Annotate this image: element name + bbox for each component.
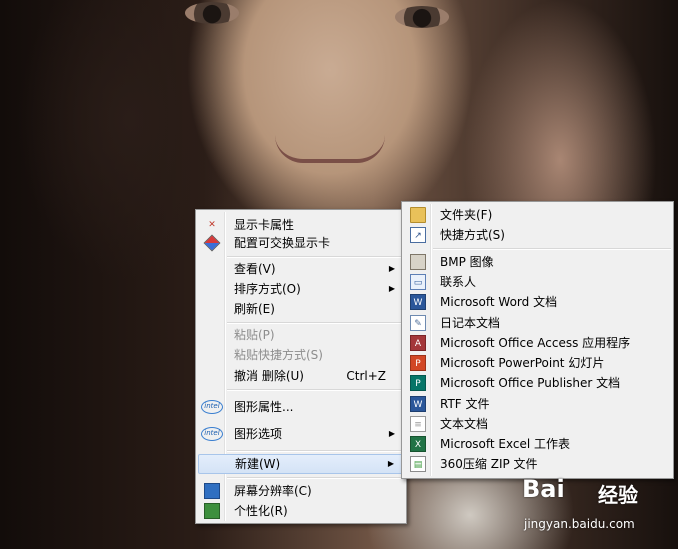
watermark-brand: Bai (522, 475, 565, 503)
menu-item-sort-by[interactable]: 排序方式(O) ▶ (198, 279, 404, 299)
submenu-item-rtf-file[interactable]: W RTF 文件 (404, 394, 671, 414)
submenu-item-publisher-document[interactable]: P Microsoft Office Publisher 文档 (404, 373, 671, 393)
menu-separator (433, 248, 671, 250)
menu-separator (227, 256, 404, 258)
new-submenu: 文件夹(F) ↗ 快捷方式(S) BMP 图像 ▭ 联系人 W Microsof… (401, 201, 674, 479)
switchable-graphics-icon (203, 234, 221, 252)
powerpoint-icon: P (410, 355, 426, 371)
menu-item-view[interactable]: 查看(V) ▶ (198, 259, 404, 279)
bmp-image-icon (410, 254, 426, 270)
menu-item-label: Microsoft Word 文档 (440, 295, 558, 309)
baidu-jingyan-watermark: Bai 经验 jingyan.baidu.com (520, 475, 670, 545)
menu-item-label: 图形选项 (234, 427, 283, 441)
shortcut-icon: ↗ (410, 227, 426, 243)
submenu-item-excel-worksheet[interactable]: X Microsoft Excel 工作表 (404, 434, 671, 454)
menu-item-label: 360压缩 ZIP 文件 (440, 457, 538, 471)
intel-icon: intel (201, 427, 223, 441)
menu-item-graphics-options[interactable]: intel 图形选项 ▶ (198, 424, 404, 444)
menu-separator (227, 322, 404, 324)
menu-item-graphics-properties[interactable]: intel 图形属性... (198, 397, 404, 417)
menu-separator (227, 389, 404, 391)
menu-item-label: 粘贴快捷方式(S) (234, 348, 323, 362)
menu-separator (227, 450, 404, 452)
menu-item-label: 配置可交换显示卡 (234, 236, 331, 250)
submenu-item-text-document[interactable]: ≡ 文本文档 (404, 414, 671, 434)
menu-item-undo-delete[interactable]: 撤消 删除(U) Ctrl+Z (198, 366, 404, 386)
journal-icon: ✎ (410, 315, 426, 331)
menu-item-label: 快捷方式(S) (440, 228, 505, 242)
contact-icon: ▭ (410, 274, 426, 290)
word-icon: W (410, 294, 426, 310)
menu-item-label: Microsoft Office Publisher 文档 (440, 376, 621, 390)
rtf-icon: W (410, 396, 426, 412)
wallpaper-eye-left (185, 2, 239, 24)
folder-icon (410, 207, 426, 223)
submenu-item-contact[interactable]: ▭ 联系人 (404, 272, 671, 292)
menu-item-personalize[interactable]: 个性化(R) (198, 501, 404, 521)
submenu-item-journal-document[interactable]: ✎ 日记本文档 (404, 313, 671, 333)
menu-item-label: RTF 文件 (440, 397, 490, 411)
desktop-context-menu: ✕ 显示卡属性 配置可交换显示卡 查看(V) ▶ 排序方式(O) ▶ 刷新(E)… (195, 209, 407, 524)
graphics-properties-icon: ✕ (208, 220, 216, 230)
menu-item-paste-shortcut[interactable]: 粘贴快捷方式(S) (198, 345, 404, 365)
publisher-icon: P (410, 375, 426, 391)
submenu-item-zip-file[interactable]: ▤ 360压缩 ZIP 文件 (404, 454, 671, 474)
text-document-icon: ≡ (410, 416, 426, 432)
wallpaper-eye-right (395, 6, 449, 28)
menu-item-paste[interactable]: 粘贴(P) (198, 325, 404, 345)
submenu-arrow-icon: ▶ (388, 264, 395, 273)
menu-item-display-adapter-properties[interactable]: ✕ 显示卡属性 (198, 215, 404, 235)
submenu-item-shortcut[interactable]: ↗ 快捷方式(S) (404, 225, 671, 245)
submenu-arrow-icon: ▶ (388, 429, 395, 438)
menu-item-label: 查看(V) (234, 262, 276, 276)
menu-item-label: 新建(W) (235, 457, 281, 471)
watermark-brand-cn: 经验 (598, 483, 638, 507)
menu-item-configure-switchable-graphics[interactable]: 配置可交换显示卡 (198, 233, 404, 253)
monitor-icon (204, 483, 220, 499)
submenu-item-word-document[interactable]: W Microsoft Word 文档 (404, 292, 671, 312)
menu-item-label: 日记本文档 (440, 316, 501, 330)
menu-item-shortcut: Ctrl+Z (346, 369, 386, 383)
menu-item-label: 联系人 (440, 275, 477, 289)
zip-icon: ▤ (410, 456, 426, 472)
menu-item-label: 显示卡属性 (234, 218, 295, 232)
menu-item-label: 撤消 删除(U) (234, 369, 304, 383)
menu-item-label: Microsoft PowerPoint 幻灯片 (440, 356, 605, 370)
menu-item-label: 个性化(R) (234, 504, 288, 518)
submenu-item-access-application[interactable]: A Microsoft Office Access 应用程序 (404, 333, 671, 353)
intel-icon: intel (201, 400, 223, 414)
menu-item-label: 刷新(E) (234, 302, 275, 316)
menu-separator (227, 477, 404, 479)
submenu-item-powerpoint-slide[interactable]: P Microsoft PowerPoint 幻灯片 (404, 353, 671, 373)
menu-item-screen-resolution[interactable]: 屏幕分辨率(C) (198, 481, 404, 501)
menu-item-label: 文本文档 (440, 417, 489, 431)
menu-item-label: Microsoft Office Access 应用程序 (440, 336, 631, 350)
personalize-icon (204, 503, 220, 519)
submenu-arrow-icon: ▶ (387, 459, 394, 468)
submenu-arrow-icon: ▶ (388, 284, 395, 293)
wallpaper-mouth (275, 135, 385, 163)
menu-item-label: 文件夹(F) (440, 208, 493, 222)
menu-item-new[interactable]: 新建(W) ▶ (198, 454, 404, 474)
menu-item-label: 图形属性... (234, 400, 294, 414)
menu-item-label: BMP 图像 (440, 255, 494, 269)
menu-item-label: Microsoft Excel 工作表 (440, 437, 571, 451)
submenu-item-folder[interactable]: 文件夹(F) (404, 205, 671, 225)
menu-item-label: 排序方式(O) (234, 282, 301, 296)
submenu-item-bmp-image[interactable]: BMP 图像 (404, 252, 671, 272)
watermark-url: jingyan.baidu.com (524, 517, 635, 531)
menu-item-label: 屏幕分辨率(C) (234, 484, 312, 498)
menu-item-refresh[interactable]: 刷新(E) (198, 299, 404, 319)
access-icon: A (410, 335, 426, 351)
menu-item-label: 粘贴(P) (234, 328, 275, 342)
excel-icon: X (410, 436, 426, 452)
